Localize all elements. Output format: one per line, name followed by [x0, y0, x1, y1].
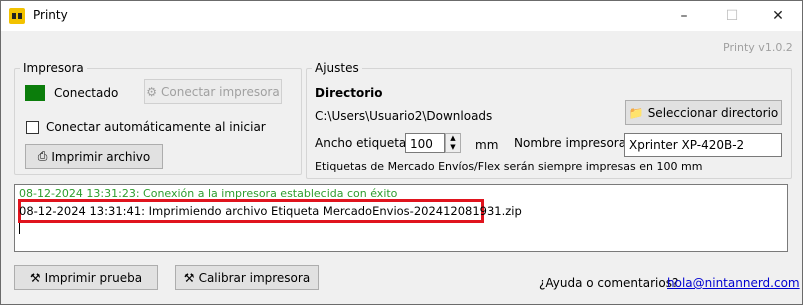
label-width-stepper[interactable]: ▲ ▼: [445, 133, 461, 153]
print-test-label: Imprimir prueba: [44, 270, 143, 285]
connection-status-indicator: [25, 85, 45, 101]
close-icon[interactable]: ✕: [755, 1, 801, 31]
print-file-button[interactable]: ⎙ Imprimir archivo: [25, 144, 163, 169]
directory-path: C:\Users\Usuario2\Downloads: [315, 109, 493, 123]
select-directory-label: Seleccionar directorio: [647, 105, 779, 120]
window-title: Printy: [33, 8, 68, 22]
auto-connect-checkbox[interactable]: [26, 121, 39, 134]
version-label: Printy v1.0.2: [723, 41, 793, 54]
connect-printer-button[interactable]: ⚙ Conectar impresora: [144, 79, 282, 104]
tools-icon: ⚒: [29, 270, 41, 285]
print-test-button[interactable]: ⚒ Imprimir prueba: [14, 265, 158, 290]
maximize-icon[interactable]: ☐: [709, 1, 755, 31]
connection-status-text: Conectado: [54, 86, 119, 100]
plug-icon: ⚙: [146, 84, 158, 99]
settings-note: Etiquetas de Mercado Envíos/Flex serán s…: [315, 160, 703, 173]
app-window: Printy – ☐ ✕ Printy v1.0.2 Impresora Con…: [0, 0, 803, 305]
printy-logo-icon: [9, 8, 25, 24]
directory-heading: Directorio: [315, 86, 383, 100]
label-width-label: Ancho etiqueta: [315, 136, 407, 150]
select-directory-button[interactable]: 📁 Seleccionar directorio: [625, 100, 782, 125]
printer-name-input[interactable]: Xprinter XP-420B-2: [624, 133, 782, 157]
tools-icon: ⚒: [183, 270, 195, 285]
folder-icon: 📁: [628, 105, 644, 120]
contact-email-link[interactable]: hola@nintannerd.com: [667, 276, 800, 290]
text-cursor: [19, 223, 20, 234]
label-width-unit: mm: [475, 138, 499, 152]
settings-group-legend: Ajustes: [315, 61, 359, 75]
printer-group-legend: Impresora: [23, 61, 84, 75]
help-text: ¿Ayuda o comentarios?: [539, 276, 679, 290]
print-file-label: Imprimir archivo: [51, 149, 151, 164]
printer-icon: ⎙: [37, 149, 48, 163]
auto-connect-label: Conectar automáticamente al iniciar: [46, 120, 266, 134]
minimize-icon[interactable]: –: [661, 1, 707, 31]
calibrate-printer-label: Calibrar impresora: [198, 270, 311, 285]
label-width-input[interactable]: 100: [405, 133, 445, 153]
log-line: 08-12-2024 13:31:41: Imprimiendo archivo…: [19, 204, 522, 218]
calibrate-printer-button[interactable]: ⚒ Calibrar impresora: [175, 265, 319, 290]
connect-printer-label: Conectar impresora: [161, 84, 280, 99]
title-bar: Printy – ☐ ✕: [1, 1, 802, 31]
printer-name-label: Nombre impresora: [514, 136, 627, 150]
log-panel[interactable]: 08-12-2024 13:31:23: Conexión a la impre…: [14, 184, 788, 252]
